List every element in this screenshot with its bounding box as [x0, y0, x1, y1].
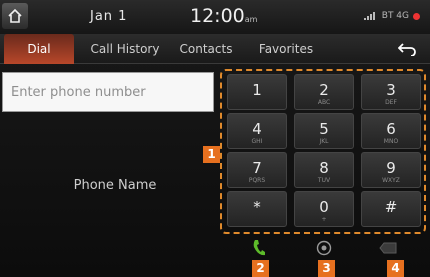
callout-3: 3: [318, 260, 335, 277]
voice-recognition-button[interactable]: [298, 236, 350, 260]
key-digit: 6: [386, 120, 396, 138]
key-letters: MNO: [383, 138, 399, 145]
alert-indicator-icon: [413, 12, 420, 20]
call-button[interactable]: [233, 236, 285, 260]
key-digit: 7: [252, 159, 262, 177]
key-letters: WXYZ: [382, 177, 400, 184]
tab-favorites-label: Favorites: [258, 42, 314, 56]
status-clock: 12:00am: [190, 5, 257, 27]
key-7[interactable]: 7 PQRS: [227, 152, 287, 188]
call-icon: [253, 240, 265, 256]
key-digit: 8: [319, 159, 329, 177]
tab-contacts[interactable]: Contacts: [170, 34, 242, 64]
phone-name-label: Phone Name: [73, 178, 157, 193]
key-digit: 5: [319, 120, 329, 138]
key-letters: +: [321, 216, 327, 223]
tab-contacts-label: Contacts: [179, 42, 233, 56]
key-0[interactable]: 0 +: [294, 191, 354, 227]
key-letters: PQRS: [248, 177, 266, 184]
key-letters: GHI: [251, 138, 263, 145]
status-indicators-text: BT 4G: [381, 11, 409, 21]
tab-call-history-label: Call History: [90, 42, 160, 56]
clock-suffix: am: [244, 15, 258, 24]
key-8[interactable]: 8 TUV: [294, 152, 354, 188]
key-digit: 4: [252, 120, 262, 138]
key-digit: 1: [252, 81, 262, 99]
action-bar: [0, 236, 430, 262]
phone-number-input[interactable]: [2, 72, 214, 112]
key-9[interactable]: 9 WXYZ: [361, 152, 421, 188]
delete-button[interactable]: [362, 236, 414, 260]
key-letters: TUV: [317, 177, 331, 184]
key-5[interactable]: 5 JKL: [294, 113, 354, 149]
key-2[interactable]: 2 ABC: [294, 74, 354, 110]
callout-1: 1: [203, 146, 220, 163]
key-4[interactable]: 4 GHI: [227, 113, 287, 149]
tab-dial[interactable]: Dial: [4, 34, 74, 64]
tab-bar: Dial Call History Contacts Favorites: [0, 34, 430, 64]
key-digit: 0: [319, 198, 329, 216]
back-icon: [398, 43, 416, 56]
key-digit: #: [384, 198, 398, 216]
callout-4: 4: [387, 260, 404, 277]
key-6[interactable]: 6 MNO: [361, 113, 421, 149]
key-digit: 9: [386, 159, 396, 177]
back-button[interactable]: [392, 39, 422, 59]
status-bar: Jan 1 12:00am BT 4G: [0, 0, 430, 34]
home-icon: [8, 8, 22, 23]
key-digit: 3: [386, 81, 396, 99]
status-date: Jan 1: [90, 9, 128, 24]
key-letters: JKL: [319, 138, 329, 145]
phone-dial-screen: Jan 1 12:00am BT 4G Dial Call History Co…: [0, 0, 430, 277]
delete-icon: [379, 242, 397, 254]
key-star[interactable]: *: [227, 191, 287, 227]
status-indicators: BT 4G: [363, 11, 420, 21]
signal-icon: [363, 12, 375, 20]
key-1[interactable]: 1: [227, 74, 287, 110]
tab-favorites[interactable]: Favorites: [248, 34, 324, 64]
key-digit: 2: [319, 81, 329, 99]
home-button[interactable]: [2, 3, 28, 29]
callout-2: 2: [252, 260, 269, 277]
key-3[interactable]: 3 DEF: [361, 74, 421, 110]
clock-time: 12:00: [190, 5, 245, 27]
key-letters: DEF: [385, 99, 397, 106]
tab-dial-label: Dial: [27, 42, 51, 56]
key-letters: ABC: [317, 99, 331, 106]
voice-recognition-icon: [316, 240, 332, 256]
tab-call-history[interactable]: Call History: [80, 34, 170, 64]
key-digit: *: [253, 198, 261, 216]
key-hash[interactable]: #: [361, 191, 421, 227]
